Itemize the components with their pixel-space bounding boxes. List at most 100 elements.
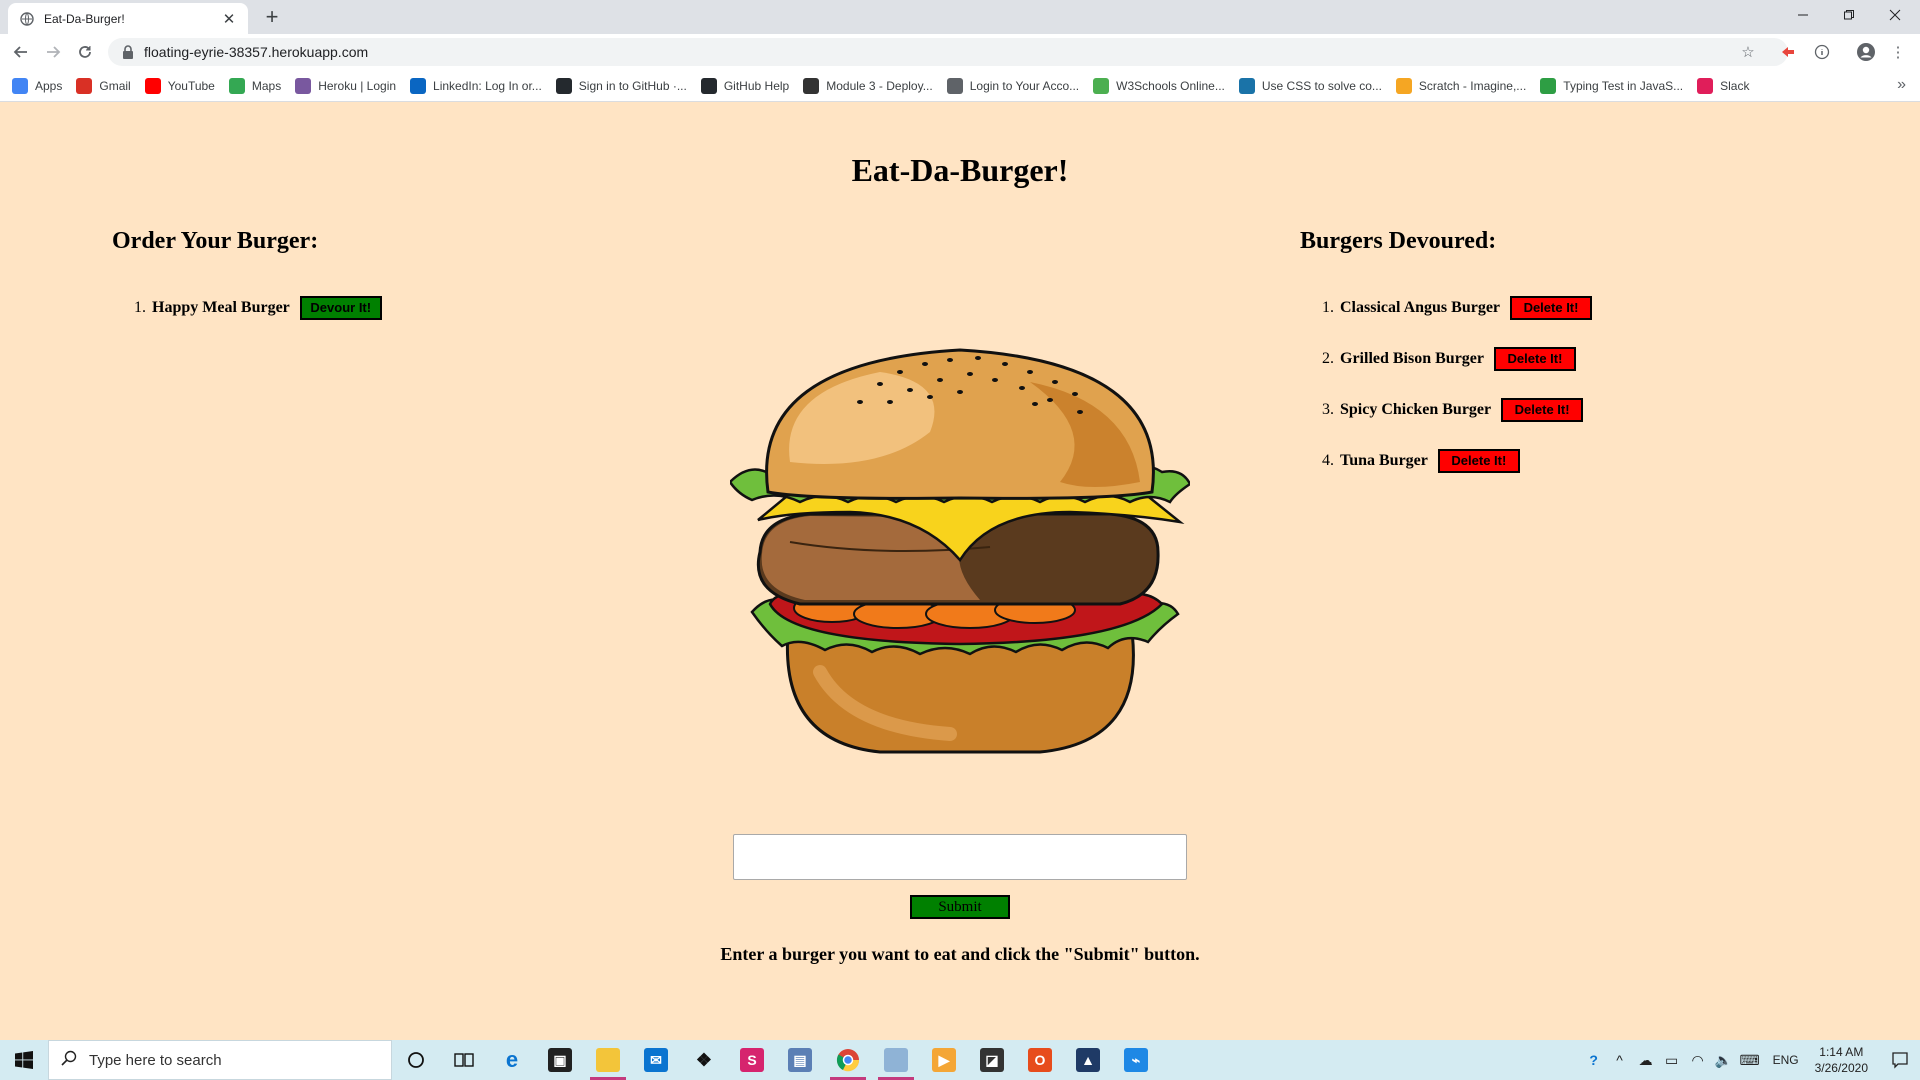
css-icon	[1238, 77, 1255, 94]
chevron-up-icon[interactable]: ^	[1608, 1040, 1632, 1080]
system-tray: ? ^ ☁ ▭ ◠ 🔈 ⌨ ENG 1:14 AM 3/26/2020	[1581, 1040, 1920, 1080]
w3schools-icon	[1093, 77, 1110, 94]
url-text: floating-eyrie-38357.herokuapp.com	[144, 44, 369, 60]
maps-icon	[228, 77, 245, 94]
bookmark-label: W3Schools Online...	[1116, 78, 1225, 93]
notifications-icon[interactable]	[1880, 1040, 1920, 1080]
bookmark-item[interactable]: Apps	[12, 77, 63, 94]
bookmark-item[interactable]: W3Schools Online...	[1093, 77, 1225, 94]
restore-window-icon[interactable]	[1826, 0, 1872, 30]
bookmark-item[interactable]: Use CSS to solve co...	[1238, 77, 1382, 94]
list-number: 2.	[1322, 349, 1334, 367]
burger-list-item: 2. Grilled Bison Burger Delete It!	[1320, 333, 1592, 384]
office-icon[interactable]: O	[1016, 1040, 1064, 1080]
bookmark-star-icon[interactable]: ☆	[1738, 42, 1758, 62]
typing-icon	[1540, 77, 1557, 94]
bookmark-item[interactable]: YouTube	[144, 77, 215, 94]
heroku-icon	[295, 77, 312, 94]
burger-name: Spicy Chicken Burger	[1340, 400, 1492, 418]
clock[interactable]: 1:14 AM 3/26/2020	[1815, 1044, 1868, 1076]
address-bar[interactable]: floating-eyrie-38357.herokuapp.com	[108, 38, 1788, 66]
edge-browser-icon[interactable]: e	[488, 1040, 536, 1080]
bookmark-item[interactable]: Login to Your Acco...	[946, 77, 1080, 94]
bookmark-item[interactable]: Module 3 - Deploy...	[803, 77, 933, 94]
keyboard-icon[interactable]: ⌨	[1738, 1040, 1762, 1080]
bookmark-item[interactable]: Heroku | Login	[295, 77, 397, 94]
bookmark-label: Scratch - Imagine,...	[1418, 78, 1527, 93]
bookmark-label: Module 3 - Deploy...	[826, 78, 933, 93]
sticky-notes-icon[interactable]: ◪	[968, 1040, 1016, 1080]
bookmarks-bar: Apps Gmail YouTube Maps Heroku | Login Linked…	[0, 70, 1920, 102]
store-icon[interactable]: ▣	[536, 1040, 584, 1080]
close-window-icon[interactable]	[1872, 0, 1918, 30]
onedrive-icon[interactable]: ☁	[1634, 1040, 1658, 1080]
bookmark-item[interactable]: Gmail	[76, 77, 131, 94]
delete-button[interactable]: Delete It!	[1494, 346, 1576, 371]
info-extension-icon[interactable]	[1812, 42, 1832, 62]
delete-button[interactable]: Delete It!	[1437, 448, 1520, 473]
bookmark-item[interactable]: Typing Test in JavaS...	[1540, 77, 1684, 94]
globe-icon	[20, 11, 34, 26]
printer-app-icon[interactable]: ▤	[776, 1040, 824, 1080]
vscode-icon[interactable]: ⌁	[1112, 1040, 1160, 1080]
forward-arrow-icon[interactable]	[40, 39, 66, 65]
bookmark-item[interactable]: LinkedIn: Log In or...	[410, 77, 542, 94]
media-app-icon[interactable]: ▶	[920, 1040, 968, 1080]
tab-title: Eat-Da-Burger!	[44, 11, 125, 26]
burger-list-item: 1. Classical Angus Burger Delete It!	[1320, 282, 1593, 333]
order-heading: Order Your Burger:	[112, 228, 319, 254]
bookmarks-overflow-icon[interactable]: »	[1897, 76, 1906, 94]
bookmark-label: YouTube	[167, 78, 215, 93]
submit-button[interactable]: Submit	[910, 895, 1010, 919]
devour-button[interactable]: Devour It!	[299, 295, 382, 320]
book-icon	[803, 77, 820, 94]
bookmark-label: Sign in to GitHub ·...	[578, 78, 687, 93]
help-icon[interactable]: ?	[1582, 1040, 1606, 1080]
windows-start-icon[interactable]	[0, 1040, 48, 1080]
close-tab-icon[interactable]: ✕	[220, 10, 238, 28]
back-arrow-icon[interactable]	[8, 39, 34, 65]
to-eat-list: 1. Happy Meal Burger Devour It!	[132, 282, 382, 333]
gmail-icon	[76, 77, 93, 94]
volume-icon[interactable]: 🔈	[1712, 1040, 1736, 1080]
bookmark-item[interactable]: Scratch - Imagine,...	[1395, 77, 1527, 94]
database-app-icon[interactable]: ▲	[1064, 1040, 1112, 1080]
profile-avatar-icon[interactable]	[1856, 42, 1876, 62]
minimize-window-icon[interactable]	[1780, 0, 1826, 30]
chrome-icon[interactable]	[824, 1040, 872, 1080]
terminal-app-icon[interactable]	[872, 1040, 920, 1080]
file-explorer-icon[interactable]	[584, 1040, 632, 1080]
bookmark-item[interactable]: Slack	[1697, 77, 1749, 94]
list-number: 1.	[134, 298, 146, 316]
bookmark-label: Login to Your Acco...	[969, 78, 1080, 93]
cortana-icon[interactable]	[392, 1040, 440, 1080]
mail-icon[interactable]: ✉	[632, 1040, 680, 1080]
burger-name-input[interactable]	[733, 834, 1187, 880]
slack-app-icon[interactable]: S	[728, 1040, 776, 1080]
battery-icon[interactable]: ▭	[1660, 1040, 1684, 1080]
bookmark-label: Typing Test in JavaS...	[1563, 78, 1684, 93]
bookmark-item[interactable]: Sign in to GitHub ·...	[555, 77, 687, 94]
bookmark-label: Maps	[251, 78, 282, 93]
dropbox-icon[interactable]: ❖	[680, 1040, 728, 1080]
bookmark-label: LinkedIn: Log In or...	[433, 78, 542, 93]
delete-button[interactable]: Delete It!	[1501, 397, 1584, 422]
burger-list-item: 3. Spicy Chicken Burger Delete It!	[1320, 384, 1592, 435]
menu-kebab-icon[interactable]: ⋮	[1888, 42, 1908, 62]
extension-icon[interactable]	[1778, 42, 1798, 62]
language-indicator[interactable]: ENG	[1773, 1053, 1799, 1067]
browser-tab-strip: Eat-Da-Burger! ✕ +	[0, 0, 1920, 34]
globe-icon	[946, 77, 963, 94]
bookmark-label: Apps	[35, 78, 63, 93]
task-view-icon[interactable]	[440, 1040, 488, 1080]
bookmark-item[interactable]: Maps	[228, 77, 282, 94]
bookmark-item[interactable]: GitHub Help	[700, 77, 789, 94]
new-tab-button[interactable]: +	[258, 4, 286, 32]
bookmark-label: Heroku | Login	[318, 78, 397, 93]
wifi-icon[interactable]: ◠	[1686, 1040, 1710, 1080]
reload-icon[interactable]	[72, 39, 98, 65]
delete-button[interactable]: Delete It!	[1510, 295, 1593, 320]
browser-tab[interactable]: Eat-Da-Burger! ✕	[8, 3, 248, 34]
list-number: 4.	[1322, 451, 1334, 469]
taskbar-search-box[interactable]: Type here to search	[48, 1040, 392, 1080]
